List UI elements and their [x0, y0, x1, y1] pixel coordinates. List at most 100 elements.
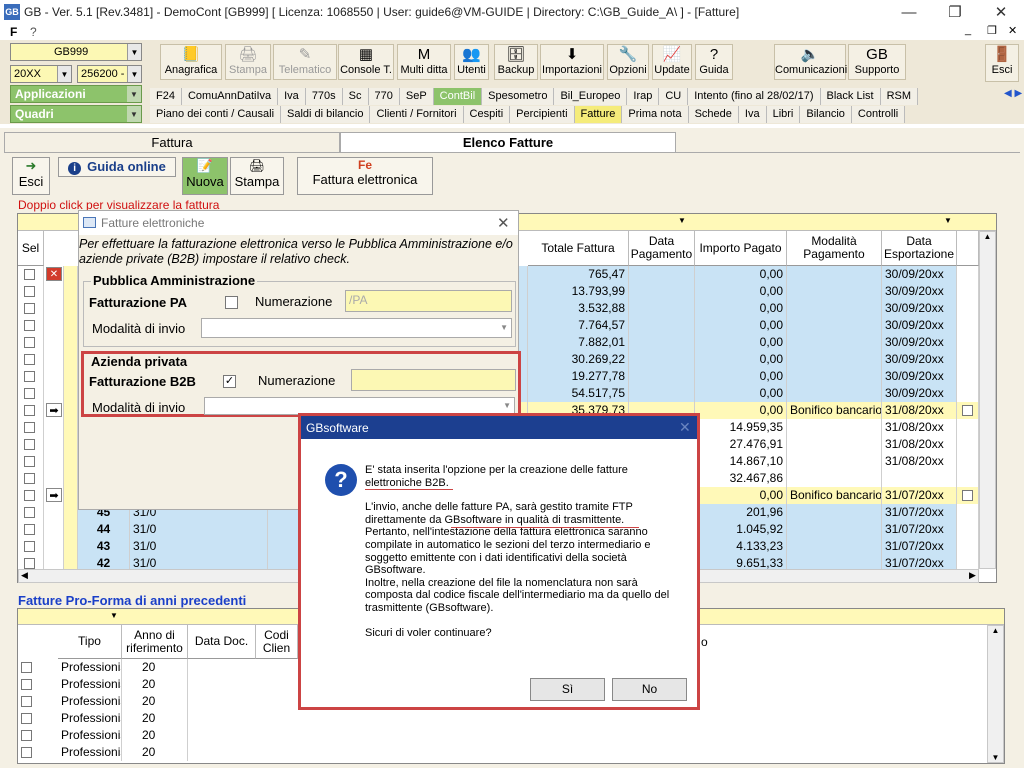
tab-comuanndatiiva[interactable]: ComuAnnDatiIva — [181, 88, 279, 105]
close-button[interactable]: ✕ — [978, 0, 1024, 24]
menu-help[interactable]: ? — [30, 25, 37, 39]
code-select[interactable]: 256200 - ▼ — [77, 65, 142, 83]
tab-spesometro[interactable]: Spesometro — [482, 88, 555, 105]
close-icon[interactable]: ✕ — [679, 419, 691, 436]
chevron-up-icon[interactable]: ▲ — [988, 626, 1003, 635]
row-checkbox[interactable] — [24, 456, 35, 467]
tab-irap[interactable]: Irap — [627, 88, 660, 105]
tab-iva[interactable]: Iva — [278, 88, 306, 105]
tab-fattura[interactable]: Fattura — [4, 132, 340, 152]
row-checkbox[interactable] — [24, 422, 35, 433]
fattura-elettronica-button[interactable]: Fe Fattura elettronica — [297, 157, 433, 195]
arrow-right-icon[interactable]: ➡ — [46, 403, 62, 417]
restore-button[interactable]: ❐ — [932, 0, 978, 24]
tab-f24[interactable]: F24 — [150, 88, 182, 105]
tab-sep[interactable]: SeP — [399, 88, 434, 105]
toolbar-anagraficabutton[interactable]: 📒 Anagrafica — [160, 44, 222, 80]
row-checkbox[interactable] — [21, 747, 32, 758]
toolbar-console-t-button[interactable]: ▦ Console T. — [338, 44, 394, 80]
tab-schede[interactable]: Schede — [688, 106, 739, 123]
chevron-down-icon[interactable]: ▼ — [678, 216, 686, 225]
toolbar-backupbutton[interactable]: 🗄 Backup — [494, 44, 538, 80]
row-checkbox[interactable] — [24, 320, 35, 331]
tab-saldi-di-bilancio[interactable]: Saldi di bilancio — [281, 106, 371, 123]
quadri-select[interactable]: Quadri ▼ — [10, 105, 142, 123]
tab-bil-europeo[interactable]: Bil_Europeo — [554, 88, 628, 105]
tab-rsm[interactable]: RSM — [880, 88, 919, 105]
pa-num-field[interactable]: /PA — [345, 290, 512, 312]
row-flag-checkbox[interactable] — [962, 405, 973, 416]
row-checkbox[interactable] — [21, 696, 32, 707]
chevron-right-icon[interactable]: ▶ — [969, 570, 976, 581]
list-item[interactable]: Professionis 20 — [18, 727, 987, 744]
toolbar-opzionibutton[interactable]: 🔧 Opzioni — [607, 44, 649, 80]
row-checkbox[interactable] — [24, 439, 35, 450]
stampa-button[interactable]: 🖨 Stampa — [230, 157, 284, 195]
b2b-num-field[interactable] — [351, 369, 516, 391]
toolbar-guidabutton[interactable]: ? Guida — [695, 44, 733, 80]
applicazioni-select[interactable]: Applicazioni ▼ — [10, 85, 142, 103]
tab-iva[interactable]: Iva — [738, 106, 767, 123]
toolbar-updatebutton[interactable]: 📈 Update — [652, 44, 692, 80]
b2b-checkbox[interactable]: ✓ — [223, 375, 236, 388]
toolbar-utentibutton[interactable]: 👥 Utenti — [454, 44, 489, 80]
chevron-down-icon[interactable]: ▼ — [988, 753, 1003, 762]
tab-intento-fino-al-28-02-17-[interactable]: Intento (fino al 28/02/17) — [688, 88, 821, 105]
delete-icon[interactable]: ✕ — [46, 267, 62, 281]
row-checkbox[interactable] — [21, 662, 32, 673]
row-checkbox[interactable] — [24, 337, 35, 348]
row-checkbox[interactable] — [24, 558, 35, 569]
row-checkbox[interactable] — [24, 286, 35, 297]
pa-checkbox[interactable] — [225, 296, 238, 309]
chevron-down-icon[interactable]: ▼ — [944, 216, 952, 225]
tabs-scroll-arrows[interactable]: ◀ ▶ — [1004, 88, 1022, 99]
row-checkbox[interactable] — [21, 713, 32, 724]
tab-770[interactable]: 770 — [368, 88, 400, 105]
menu-f[interactable]: F — [10, 25, 17, 39]
chevron-up-icon[interactable]: ▲ — [980, 232, 995, 241]
tab-fatture[interactable]: Fatture — [574, 106, 623, 123]
row-checkbox[interactable] — [24, 371, 35, 382]
tab-controlli[interactable]: Controlli — [851, 106, 906, 123]
row-checkbox[interactable] — [24, 490, 35, 501]
row-flag-checkbox[interactable] — [962, 490, 973, 501]
vertical-scrollbar[interactable]: ▲ — [979, 231, 996, 569]
tab-piano-dei-conti-causali[interactable]: Piano dei conti / Causali — [150, 106, 282, 123]
row-checkbox[interactable] — [21, 730, 32, 741]
no-button[interactable]: No — [612, 678, 687, 701]
tab-contbil[interactable]: ContBil — [433, 88, 483, 105]
toolbar-importazionibutton[interactable]: ⬇ Importazioni — [540, 44, 604, 80]
tab-cespiti[interactable]: Cespiti — [463, 106, 511, 123]
pa-invio-select[interactable]: ▼ — [201, 318, 512, 338]
proforma-scrollbar[interactable]: ▲ ▼ — [987, 625, 1004, 763]
esci-button[interactable]: ➜ Esci — [12, 157, 50, 195]
row-checkbox[interactable] — [24, 507, 35, 518]
arrow-right-icon[interactable]: ➡ — [46, 488, 62, 502]
guida-online-button[interactable]: i Guida online — [58, 157, 176, 177]
tab-sc[interactable]: Sc — [342, 88, 369, 105]
toolbar-supporto-button[interactable]: GB Supporto — [848, 44, 906, 80]
tab-cu[interactable]: CU — [659, 88, 689, 105]
list-item[interactable]: Professionis 20 — [18, 710, 987, 727]
toolbar-stampabutton[interactable]: 🖨 Stampa — [225, 44, 271, 80]
mdi-close[interactable]: ✕ — [1008, 24, 1017, 37]
chevron-down-icon[interactable]: ▼ — [110, 611, 118, 620]
tab-prima-nota[interactable]: Prima nota — [622, 106, 689, 123]
tab-black-list[interactable]: Black List — [820, 88, 881, 105]
row-checkbox[interactable] — [24, 541, 35, 552]
close-icon[interactable]: ✕ — [497, 214, 510, 232]
exit-top-button[interactable]: 🚪 Esci — [985, 44, 1019, 82]
row-checkbox[interactable] — [24, 269, 35, 280]
row-checkbox[interactable] — [24, 303, 35, 314]
row-checkbox[interactable] — [24, 388, 35, 399]
toolbar-telematicobutton[interactable]: ✎ Telematico — [273, 44, 337, 80]
nuova-button[interactable]: 📝 Nuova — [182, 157, 228, 195]
row-checkbox[interactable] — [24, 524, 35, 535]
toolbar-multi-dittabutton[interactable]: M Multi ditta — [397, 44, 451, 80]
tab-libri[interactable]: Libri — [766, 106, 801, 123]
minimize-button[interactable]: — — [886, 0, 932, 24]
row-checkbox[interactable] — [24, 354, 35, 365]
mdi-restore[interactable]: ❐ — [987, 24, 997, 37]
year-select[interactable]: 20XX ▼ — [10, 65, 72, 83]
mdi-minimize[interactable]: _ — [965, 24, 971, 36]
